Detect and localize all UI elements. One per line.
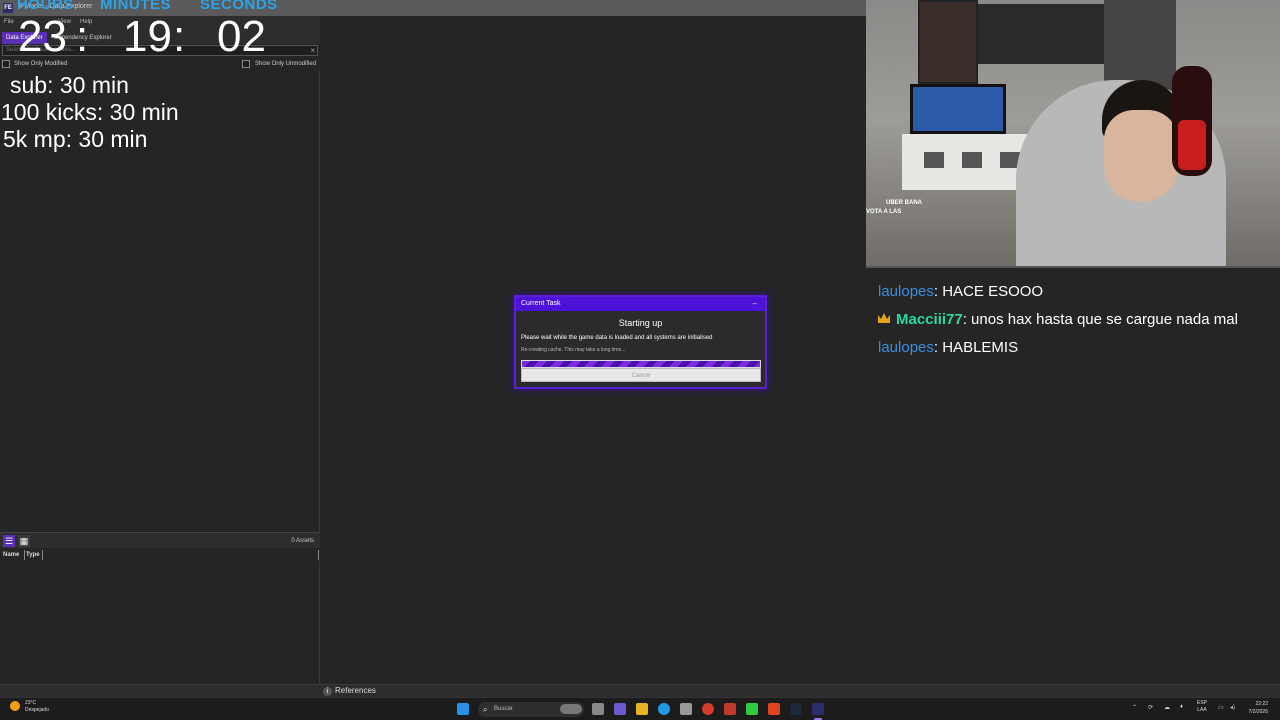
chat-message: Macciii77: unos hax hasta que se cargue …: [878, 306, 1278, 334]
overlay-line: VOTA A LAS: [866, 209, 902, 215]
language-indicator[interactable]: ESP LAA: [1197, 700, 1207, 714]
webcam-poster: [918, 0, 978, 84]
asset-list[interactable]: [0, 561, 320, 683]
calculator-icon[interactable]: [680, 703, 692, 715]
taskbar-clock[interactable]: 22:22 7/2/2026: [1249, 700, 1268, 716]
info-icon: i: [323, 687, 332, 696]
timer-seconds: 02: [217, 12, 266, 61]
chat-username: laulopes: [878, 339, 934, 356]
brave-icon[interactable]: [768, 703, 780, 715]
goal-line: 5k mp: 30 min: [3, 126, 148, 152]
taskbar: 23°C Despejado ⌕ Buscar ⌃ ⟳ ☁ ♦ ESP LAA …: [0, 697, 1280, 720]
minimize-icon[interactable]: –: [753, 297, 757, 311]
webcam-chat-overlay: UBER BANA VOTA A LAS: [866, 200, 922, 215]
minecraft-icon[interactable]: [746, 703, 758, 715]
dialog-titlebar: Current Task –: [516, 297, 765, 311]
fmodel-icon[interactable]: [812, 703, 824, 715]
media-icon[interactable]: [724, 703, 736, 715]
stream-goals: sub: 30 min 100 kicks: 30 min 5k mp: 30 …: [0, 72, 179, 153]
panel-scroll-edge: [318, 550, 319, 560]
chat-text: : HACE ESOOO: [933, 283, 1044, 300]
asset-column-header: Name Type: [0, 549, 320, 561]
list-view-button[interactable]: ☰: [3, 535, 15, 547]
volume-icon[interactable]: ◂): [1230, 704, 1235, 711]
webcam-cubby: [962, 152, 982, 168]
dialog-message: Please wait while the game data is loade…: [521, 335, 713, 341]
microphone-accent: [1178, 120, 1206, 170]
weather-condition: Despejado: [25, 707, 49, 713]
list-icon: ☰: [4, 536, 14, 546]
dialog-heading: Starting up: [618, 318, 663, 328]
edge-icon[interactable]: [658, 703, 670, 715]
column-divider[interactable]: [42, 550, 43, 560]
network-icon[interactable]: ▭: [1218, 704, 1224, 711]
column-type[interactable]: Type: [26, 552, 40, 558]
lang-secondary: LAA: [1197, 707, 1207, 713]
grid-view-button[interactable]: ▦: [18, 535, 30, 547]
dialog-status: Re-creating cache. This may take a long …: [521, 347, 626, 353]
app-logo: FE: [3, 3, 13, 13]
clear-search-icon[interactable]: ×: [310, 46, 315, 55]
references-bar: i References: [0, 684, 1280, 697]
stream-chat: laulopes: HACE ESOOO Macciii77: unos hax…: [878, 278, 1278, 362]
timer-minutes: 19: [123, 12, 172, 61]
chat-icon[interactable]: [614, 703, 626, 715]
taskbar-search-label: Buscar: [494, 706, 513, 712]
grid-icon: ▦: [19, 536, 29, 546]
goal-line: 100 kicks: 30 min: [1, 99, 179, 125]
references-label[interactable]: References: [335, 686, 376, 695]
column-divider[interactable]: [24, 550, 25, 560]
timer-separator: :: [76, 12, 89, 61]
asset-count: 0 Assets: [291, 538, 314, 544]
windows-icon[interactable]: [457, 703, 469, 715]
webcam-feed: UBER BANA VOTA A LAS: [866, 0, 1280, 268]
clock-date: 7/2/2026: [1248, 709, 1268, 715]
cancel-button[interactable]: Cancel: [521, 368, 761, 382]
column-name[interactable]: Name: [3, 552, 19, 558]
clock-time: 22:22: [1255, 701, 1268, 707]
chat-message: laulopes: HACE ESOOO: [878, 278, 1278, 306]
tray-icon[interactable]: ☁: [1164, 704, 1170, 711]
task-view-icon[interactable]: [592, 703, 604, 715]
screen: { "window": { "logo": "FE", "title": "FM…: [0, 0, 1280, 720]
weather-temp: 23°C: [25, 700, 37, 706]
tray-icon[interactable]: ♦: [1180, 704, 1183, 710]
search-highlight-icon[interactable]: [560, 704, 582, 714]
goal-line: sub: 30 min: [10, 72, 129, 98]
chevron-up-icon[interactable]: ⌃: [1132, 704, 1137, 711]
chat-text: : unos hax hasta que se cargue nada mal: [962, 311, 1238, 328]
chat-text: : HABLEMIS: [933, 339, 1019, 356]
show-only-modified-checkbox[interactable]: [2, 60, 10, 68]
steam-icon[interactable]: [790, 703, 802, 715]
weather-widget[interactable]: 23°C Despejado: [25, 700, 49, 714]
webcam-cubby: [924, 152, 944, 168]
tray-icon[interactable]: ⟳: [1148, 704, 1153, 711]
overlay-line: UBER BANA: [886, 200, 922, 206]
chat-username: Macciii77: [896, 311, 963, 328]
chat-message: laulopes: HABLEMIS: [878, 334, 1278, 362]
lang-primary: ESP: [1197, 700, 1208, 706]
explorer-icon[interactable]: [636, 703, 648, 715]
webcam-tv: [910, 84, 1006, 134]
chat-username: laulopes: [878, 283, 934, 300]
asset-toolbar: ☰ ▦ 0 Assets: [0, 532, 320, 548]
timer-separator: :: [173, 12, 186, 61]
search-icon: ⌕: [483, 705, 488, 714]
menu-file[interactable]: File: [4, 19, 14, 25]
dialog-title: Current Task: [521, 300, 561, 307]
crown-icon: [878, 313, 890, 323]
chrome-icon[interactable]: [702, 703, 714, 715]
weather-icon[interactable]: [10, 701, 20, 711]
progress-bar: [521, 360, 761, 368]
current-task-dialog: Current Task – Starting up Please wait w…: [514, 295, 767, 389]
webcam-streamer-face: [1104, 110, 1178, 202]
timer-hours: 23: [18, 12, 67, 61]
